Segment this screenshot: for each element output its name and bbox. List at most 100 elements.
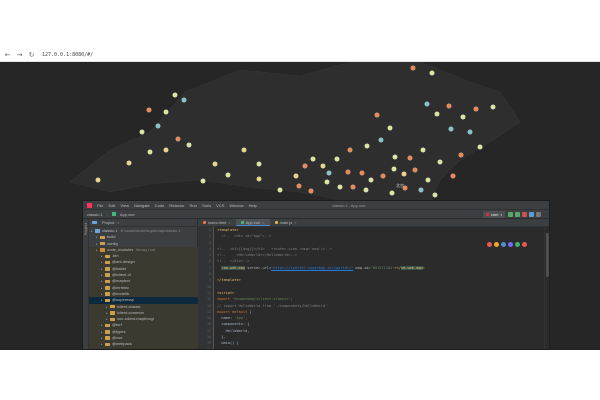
map-marker[interactable]	[172, 92, 178, 98]
map-marker[interactable]	[308, 188, 314, 194]
map-marker[interactable]	[448, 126, 454, 132]
map-marker[interactable]	[391, 166, 397, 172]
map-marker[interactable]	[241, 147, 247, 153]
close-icon[interactable]: ×	[294, 220, 296, 225]
reload-icon[interactable]: ↻	[27, 50, 36, 59]
map-marker[interactable]	[163, 109, 169, 115]
editor-scrollbar[interactable]	[544, 227, 549, 349]
menu-item-file[interactable]: File	[97, 203, 103, 208]
map-marker[interactable]	[424, 101, 430, 107]
map-marker[interactable]	[392, 154, 398, 160]
map-marker[interactable]	[359, 170, 365, 176]
map-marker[interactable]	[200, 178, 206, 184]
menu-item-help[interactable]: Help	[249, 203, 257, 208]
debug-icon[interactable]	[515, 212, 520, 217]
map-marker[interactable]	[378, 137, 384, 143]
map-marker[interactable]	[277, 187, 283, 193]
tab-app-vue[interactable]: App.vue ×	[235, 219, 270, 226]
map-marker[interactable]	[155, 123, 161, 129]
map-marker[interactable]	[324, 179, 330, 185]
browser-preview-icon[interactable]	[522, 242, 527, 247]
build-icon[interactable]	[529, 212, 534, 217]
menu-item-edit[interactable]: Edit	[108, 203, 115, 208]
map-marker[interactable]	[434, 111, 440, 117]
map-marker[interactable]	[364, 143, 370, 149]
map-marker[interactable]	[302, 163, 308, 169]
browser-preview-icon[interactable]	[515, 242, 520, 247]
run-config-select[interactable]: start ▾	[482, 211, 505, 218]
map-marker[interactable]	[256, 176, 262, 182]
map-marker[interactable]	[432, 192, 438, 198]
map-marker[interactable]	[225, 172, 231, 178]
map-marker[interactable]	[126, 160, 132, 166]
map-marker[interactable]	[363, 187, 369, 193]
map-marker[interactable]	[425, 177, 431, 183]
map-marker[interactable]	[437, 159, 443, 165]
browser-preview-icon[interactable]	[487, 242, 492, 247]
menu-item-refactor[interactable]: Refactor	[169, 203, 184, 208]
map-marker[interactable]	[374, 112, 380, 118]
map-marker[interactable]	[212, 161, 218, 167]
map-marker[interactable]	[147, 149, 153, 155]
tree-item[interactable]: ▸@xtuc	[89, 347, 198, 349]
map-marker[interactable]	[337, 184, 343, 190]
map-marker[interactable]	[429, 70, 435, 76]
map-marker[interactable]	[387, 125, 393, 131]
map-marker[interactable]	[467, 129, 473, 135]
browser-preview-icon[interactable]	[501, 242, 506, 247]
map-marker[interactable]	[380, 173, 386, 179]
map-marker[interactable]	[446, 103, 452, 109]
map-marker[interactable]	[350, 184, 356, 190]
browser-preview-icon[interactable]	[494, 242, 499, 247]
browser-preview-icon[interactable]	[508, 242, 513, 247]
map-marker[interactable]	[186, 142, 192, 148]
map-marker[interactable]	[458, 152, 464, 158]
chevron-down-icon[interactable]: ▾	[117, 221, 119, 225]
map-marker[interactable]	[418, 187, 424, 193]
map-marker[interactable]	[175, 136, 181, 142]
map-marker[interactable]	[146, 107, 152, 113]
menu-item-run[interactable]: Run	[189, 203, 196, 208]
breadcrumb-project[interactable]: classic-1	[87, 212, 103, 217]
url-field[interactable]: 127.0.0.1:8080/#/	[42, 52, 93, 58]
map-marker[interactable]	[347, 147, 353, 153]
map-marker[interactable]	[256, 161, 262, 167]
map-marker[interactable]	[334, 156, 340, 162]
map-marker[interactable]	[460, 114, 466, 120]
map-marker[interactable]	[163, 147, 169, 153]
tab-index-html[interactable]: index.html ×	[198, 219, 236, 226]
menu-item-tools[interactable]: Tools	[202, 203, 211, 208]
menu-item-vcs[interactable]: VCS	[216, 203, 224, 208]
map-marker[interactable]	[410, 65, 416, 71]
forward-icon[interactable]: →	[15, 50, 24, 59]
menu-item-navigate[interactable]: Navigate	[134, 203, 150, 208]
map-marker[interactable]	[345, 169, 351, 175]
stop-icon[interactable]	[522, 212, 527, 217]
map-marker[interactable]	[293, 173, 299, 179]
scrollbar-thumb[interactable]	[546, 233, 549, 277]
back-icon[interactable]: ←	[3, 50, 12, 59]
breadcrumb-file[interactable]: App.vue	[120, 212, 135, 217]
map-marker[interactable]	[320, 163, 326, 169]
search-icon[interactable]	[536, 212, 541, 217]
map-marker[interactable]	[407, 155, 413, 161]
map-marker[interactable]	[412, 167, 418, 173]
map-marker[interactable]	[310, 156, 316, 162]
map-marker[interactable]	[401, 171, 407, 177]
menu-item-view[interactable]: View	[120, 203, 129, 208]
map-marker[interactable]	[181, 97, 187, 103]
menu-item-window[interactable]: Window	[229, 203, 243, 208]
close-icon[interactable]: ×	[262, 220, 264, 225]
map-marker[interactable]	[389, 190, 395, 196]
map-marker[interactable]	[473, 106, 479, 112]
map-marker[interactable]	[477, 144, 483, 150]
project-pane-title[interactable]: Project	[102, 220, 114, 225]
run-icon[interactable]	[508, 212, 513, 217]
close-icon[interactable]: ×	[228, 220, 230, 225]
tab-main-js[interactable]: main.js ×	[270, 219, 302, 226]
map-marker[interactable]	[296, 183, 302, 189]
map-marker[interactable]	[450, 173, 456, 179]
map-marker[interactable]	[326, 170, 332, 176]
map-marker[interactable]	[95, 177, 101, 183]
map-marker[interactable]	[420, 147, 426, 153]
